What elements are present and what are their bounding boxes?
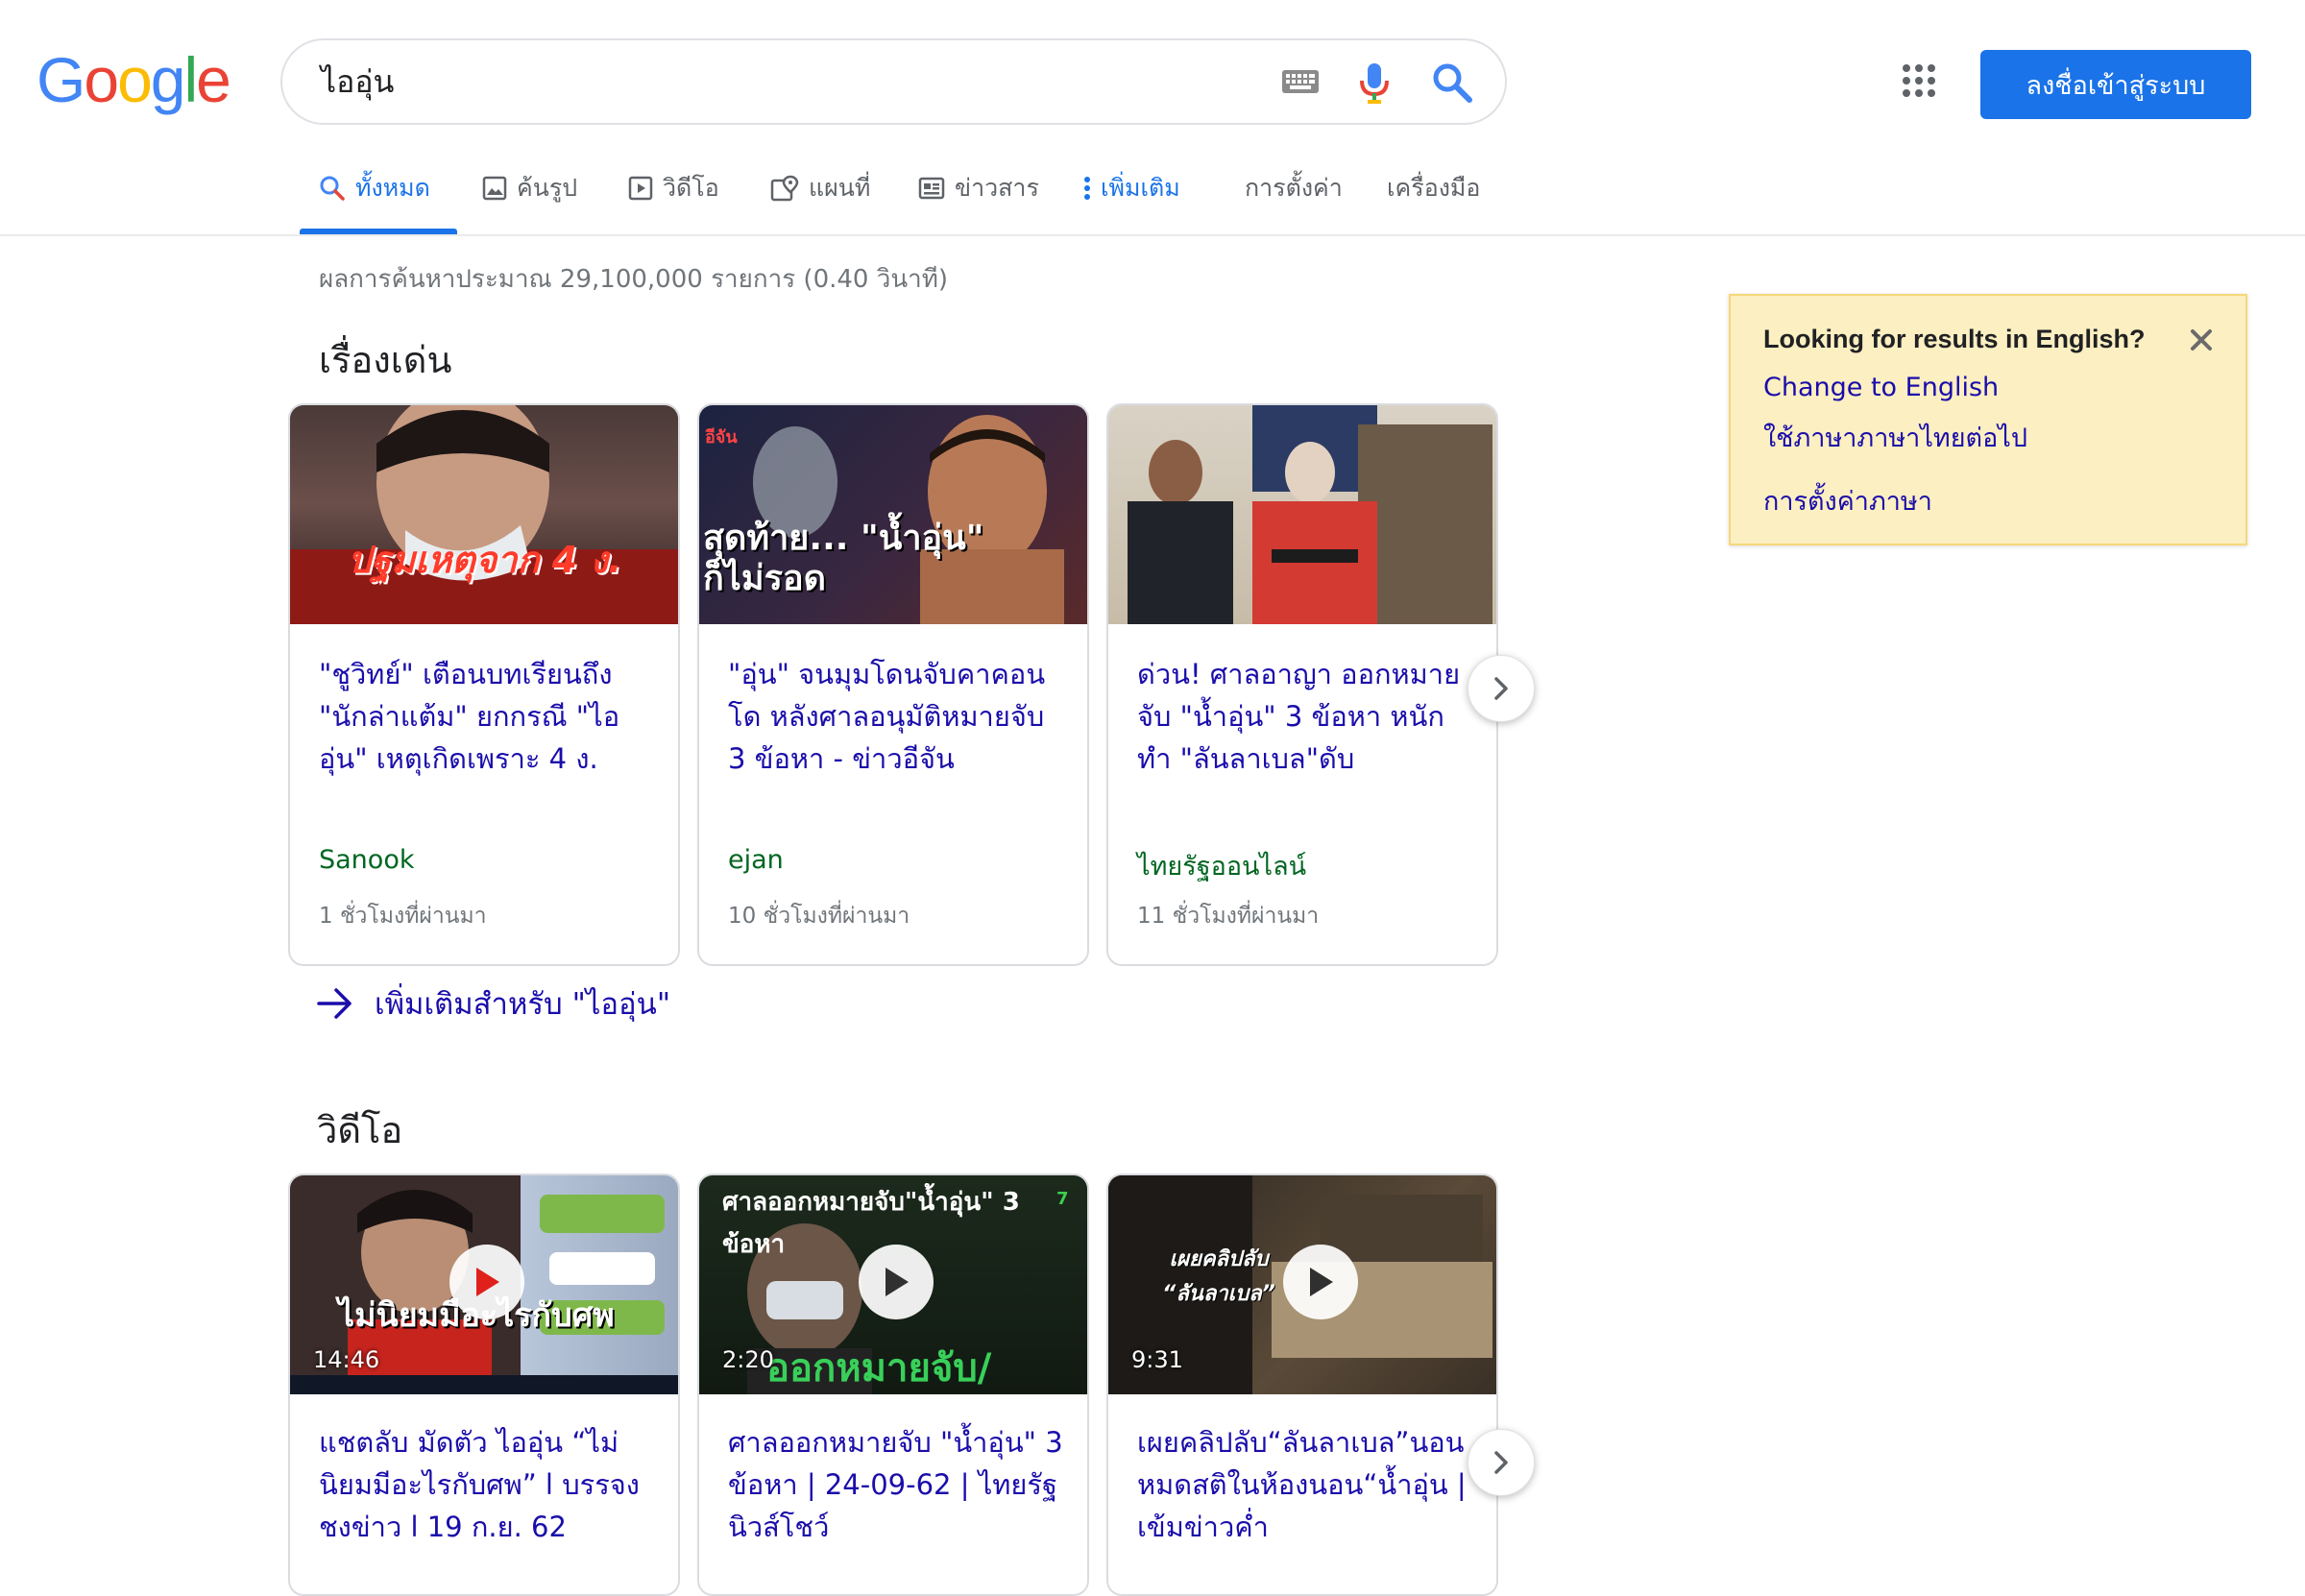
language-prompt-card: Looking for results in English? Change t… xyxy=(1729,294,2247,545)
video-title[interactable]: ศาลออกหมายจับ "น้ำอุ่น" 3 ข้อหา | 24-09-… xyxy=(728,1421,1064,1548)
thumbnail-caption: สุดท้าย... "น้ำอุ่น" ก็ไม่รอด xyxy=(703,519,984,598)
image-icon xyxy=(482,176,507,201)
language-prompt-title: Looking for results in English? xyxy=(1763,325,2146,353)
close-icon[interactable] xyxy=(2188,326,2215,353)
story-thumbnail: ปฐมเหตุจาก 4 ง. xyxy=(290,405,678,624)
story-source: ejan xyxy=(728,845,784,875)
logo-letter: l xyxy=(183,44,199,115)
story-title[interactable]: "ชูวิทย์" เตือนบทเรียนถึง "นักล่าแต้ม" ย… xyxy=(319,653,655,780)
tab-label: ค้นรูป xyxy=(517,174,578,202)
play-icon xyxy=(1310,1268,1333,1296)
story-source: Sanook xyxy=(319,845,415,875)
video-title[interactable]: เผยคลิปลับ“ลันลาเบล”นอนหมดสติในห้องนอน“น… xyxy=(1137,1421,1473,1548)
tab-label: วิดีโอ xyxy=(663,174,719,202)
tab-tools[interactable]: เครื่องมือ xyxy=(1387,171,1480,206)
story-card[interactable]: อีจัน สุดท้าย... "น้ำอุ่น" ก็ไม่รอด "อุ่… xyxy=(697,403,1089,966)
story-card[interactable]: ด่วน! ศาลอาญา ออกหมายจับ "น้ำอุ่น" 3 ข้อ… xyxy=(1106,403,1498,966)
video-card[interactable]: เผยคลิปลับ “ลันลาเบล” 9:31 เผยคลิปลับ“ลั… xyxy=(1106,1173,1498,1596)
tab-all[interactable]: ทั้งหมด xyxy=(319,171,430,206)
logo-letter: o xyxy=(84,44,119,115)
carousel-next-button[interactable] xyxy=(1468,655,1535,722)
thumbnail-caption: ออกหมายจับ/ xyxy=(766,1346,992,1390)
story-title[interactable]: ด่วน! ศาลอาญา ออกหมายจับ "น้ำอุ่น" 3 ข้อ… xyxy=(1137,653,1473,780)
story-time: 10 ชั่วโมงที่ผ่านมา xyxy=(728,904,910,929)
results-stats: ผลการค้นหาประมาณ 29,100,000 รายการ (0.40… xyxy=(319,265,948,294)
keep-thai-link[interactable]: ใช้ภาษาภาษาไทยต่อไป xyxy=(1763,417,2027,458)
person-photo xyxy=(290,405,678,624)
video-thumbnail: ศาลออกหมายจับ"น้ำอุ่น" 3 ข้อหา 7 ออกหมาย… xyxy=(699,1175,1087,1394)
chevron-right-icon xyxy=(1494,1451,1508,1474)
video-duration: 14:46 xyxy=(313,1346,380,1373)
play-button[interactable] xyxy=(1283,1245,1358,1319)
map-icon xyxy=(770,175,799,202)
tab-settings[interactable]: การตั้งค่า xyxy=(1245,171,1343,206)
chevron-right-icon xyxy=(1494,677,1508,700)
thumbnail-caption: เผยคลิปลับ “ลันลาเบล” xyxy=(1162,1247,1275,1306)
tab-label: แผนที่ xyxy=(809,174,871,202)
channel-logo: 7 xyxy=(1056,1189,1069,1209)
story-card[interactable]: ปฐมเหตุจาก 4 ง. "ชูวิทย์" เตือนบทเรียนถึ… xyxy=(288,403,680,966)
story-time: 11 ชั่วโมงที่ผ่านมา xyxy=(1137,904,1320,929)
story-title[interactable]: "อุ่น" จนมุมโดนจับคาคอนโด หลังศาลอนุมัติ… xyxy=(728,653,1064,780)
tab-more[interactable]: เพิ่มเติม xyxy=(1083,171,1180,206)
language-settings-link[interactable]: การตั้งค่าภาษา xyxy=(1763,480,1932,521)
story-thumbnail: อีจัน สุดท้าย... "น้ำอุ่น" ก็ไม่รอด xyxy=(699,405,1087,624)
keyboard-icon[interactable] xyxy=(1281,67,1320,96)
tab-news[interactable]: ข่าวสาร xyxy=(918,171,1039,206)
story-thumbnail xyxy=(1108,405,1496,624)
video-title[interactable]: แชตลับ มัดตัว ไออุ่น “ไม่นิยมมีอะไรกับศพ… xyxy=(319,1421,655,1548)
search-icon xyxy=(320,176,345,201)
tab-label: การตั้งค่า xyxy=(1245,174,1343,202)
channel-logo: อีจัน xyxy=(705,427,738,447)
tab-videos[interactable]: วิดีโอ xyxy=(628,171,719,206)
arrow-right-icon xyxy=(317,988,352,1019)
sign-in-button[interactable]: ลงชื่อเข้าสู่ระบบ xyxy=(1980,50,2251,119)
play-icon xyxy=(886,1268,909,1296)
logo-letter: g xyxy=(150,44,186,115)
video-thumbnail: ไม่นิยมมือะไรกับศพ 14:46 xyxy=(290,1175,678,1394)
tab-maps[interactable]: แผนที่ xyxy=(770,171,870,206)
tab-label: ทั้งหมด xyxy=(355,174,430,202)
tab-label: เครื่องมือ xyxy=(1387,174,1481,202)
person-photo xyxy=(1128,405,1492,624)
search-input[interactable]: ไออุ่น xyxy=(321,58,394,107)
tab-label: เพิ่มเติม xyxy=(1101,174,1180,202)
tab-label: ข่าวสาร xyxy=(955,174,1039,202)
video-duration: 2:20 xyxy=(722,1346,774,1373)
video-icon xyxy=(628,176,653,201)
tab-images[interactable]: ค้นรูป xyxy=(482,171,577,206)
search-icon[interactable] xyxy=(1431,61,1473,104)
logo-letter: o xyxy=(117,44,153,115)
story-source: ไทยรัฐออนไลน์ xyxy=(1137,852,1307,882)
more-vert-icon xyxy=(1084,177,1090,200)
video-thumbnail: เผยคลิปลับ “ลันลาเบล” 9:31 xyxy=(1108,1175,1496,1394)
change-to-english-link[interactable]: Change to English xyxy=(1763,373,1999,402)
news-icon xyxy=(918,177,945,200)
play-button[interactable] xyxy=(859,1245,934,1319)
more-stories-label: เพิ่มเติมสำหรับ "ไออุ่น" xyxy=(375,987,671,1022)
videos-heading: วิดีโอ xyxy=(317,1109,403,1151)
play-button[interactable] xyxy=(449,1245,524,1319)
carousel-next-button[interactable] xyxy=(1468,1429,1535,1496)
video-duration: 9:31 xyxy=(1131,1346,1183,1373)
microphone-icon[interactable] xyxy=(1358,61,1391,106)
top-stories-heading: เรื่องเด่น xyxy=(319,339,452,381)
thumbnail-caption: ปฐมเหตุจาก 4 ง. xyxy=(348,539,622,581)
story-time: 1 ชั่วโมงที่ผ่านมา xyxy=(319,904,487,929)
play-icon xyxy=(476,1268,499,1296)
search-box[interactable]: ไออุ่น xyxy=(280,38,1507,125)
logo-letter: G xyxy=(36,44,85,115)
video-card[interactable]: ไม่นิยมมือะไรกับศพ 14:46 แชตลับ มัดตัว ไ… xyxy=(288,1173,680,1596)
video-card[interactable]: ศาลออกหมายจับ"น้ำอุ่น" 3 ข้อหา 7 ออกหมาย… xyxy=(697,1173,1089,1596)
google-logo[interactable]: Google xyxy=(36,44,231,115)
apps-grid-icon[interactable] xyxy=(1902,63,1936,98)
more-stories-link[interactable]: เพิ่มเติมสำหรับ "ไออุ่น" xyxy=(317,979,670,1028)
logo-letter: e xyxy=(196,44,231,115)
header-divider xyxy=(0,234,2305,236)
